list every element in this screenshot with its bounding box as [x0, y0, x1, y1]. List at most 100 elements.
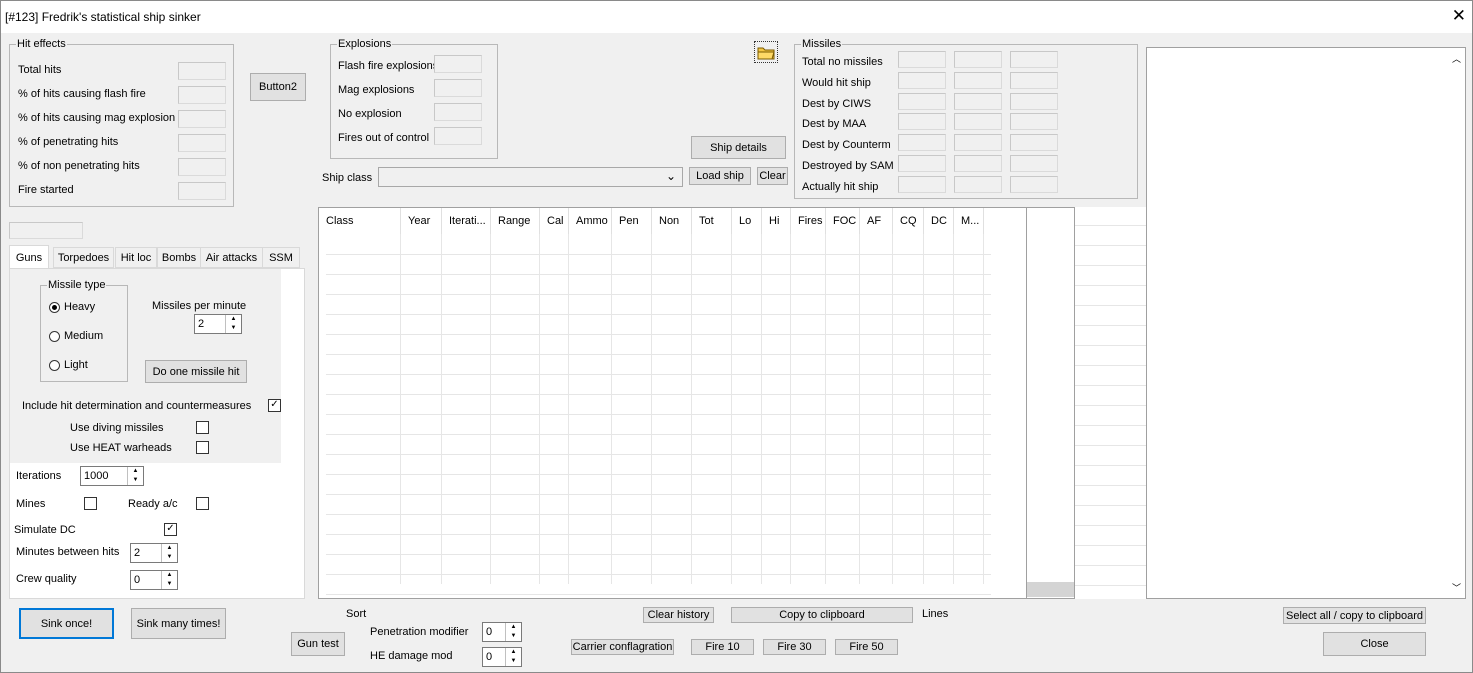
fire-50-button[interactable]: Fire 50 [835, 639, 898, 655]
folder-icon[interactable] [754, 41, 778, 63]
tab-torpedoes[interactable]: Torpedoes [53, 247, 114, 268]
missile-stat-label: Total no missiles [802, 56, 883, 68]
select-all-copy-button[interactable]: Select all / copy to clipboard [1283, 607, 1426, 624]
missiles-per-minute-stepper[interactable]: 2 ▲ ▼ [194, 314, 242, 334]
radio-light[interactable] [49, 360, 60, 371]
radio-label-light: Light [64, 359, 88, 371]
missile-stat-value [898, 92, 946, 110]
heat-checkbox[interactable] [196, 441, 209, 454]
column-header[interactable]: Pen [612, 208, 652, 234]
column-header[interactable]: Year [401, 208, 442, 234]
iterations-stepper[interactable]: 1000 ▲ ▼ [80, 466, 144, 486]
radio-heavy[interactable] [49, 302, 60, 313]
gun-test-button[interactable]: Gun test [291, 632, 345, 656]
radio-medium[interactable] [49, 331, 60, 342]
crew-quality-value: 0 [134, 574, 141, 586]
tab-air-attacks[interactable]: Air attacks [200, 247, 263, 268]
spin-arrows-icon[interactable]: ▲ ▼ [161, 571, 177, 589]
spin-arrows-icon[interactable]: ▲ ▼ [505, 648, 521, 666]
copy-to-clipboard-button[interactable]: Copy to clipboard [731, 607, 913, 623]
tab-ssm[interactable]: SSM [262, 247, 300, 268]
ship-details-button[interactable]: Ship details [691, 136, 786, 159]
grid-row-line [326, 354, 991, 355]
grid-row-line [1075, 345, 1147, 346]
hit-effect-value [178, 110, 226, 128]
missiles-per-minute-value: 2 [198, 318, 205, 330]
column-header[interactable]: Tot [692, 208, 732, 234]
title-bar: [#123] Fredrik's statistical ship sinker… [1, 1, 1472, 33]
column-header[interactable]: Fires [791, 208, 826, 234]
hit-effect-label: % of penetrating hits [18, 136, 119, 148]
missile-stat-value [954, 51, 1002, 68]
clear-history-button[interactable]: Clear history [643, 607, 714, 623]
include-hit-checkbox[interactable]: ✓ [268, 399, 281, 412]
column-header[interactable]: Cal [540, 208, 569, 234]
he-damage-mod-stepper[interactable]: 0 ▲ ▼ [482, 647, 522, 667]
grid-row-line [326, 514, 991, 515]
load-ship-button[interactable]: Load ship [689, 167, 751, 185]
grid-row-line [326, 494, 991, 495]
sink-many-button[interactable]: Sink many times! [131, 608, 226, 639]
diving-checkbox[interactable] [196, 421, 209, 434]
column-header[interactable]: Iterati... [442, 208, 491, 234]
grid-row-line [1075, 565, 1147, 566]
results-grid[interactable]: Class Year Iterati... Range Cal Ammo Pen Non Tot… [318, 207, 1075, 599]
explosion-label: Flash fire explosions [338, 60, 439, 72]
grid-column-line [923, 234, 924, 584]
spin-arrows-icon[interactable]: ▲ ▼ [505, 623, 521, 641]
column-header[interactable]: Lo [732, 208, 762, 234]
column-header[interactable]: CQ [893, 208, 924, 234]
chevron-down-icon: ⌄ [665, 169, 676, 183]
fire-30-button[interactable]: Fire 30 [763, 639, 826, 655]
radio-label-medium: Medium [64, 330, 104, 342]
spin-arrows-icon[interactable]: ▲ ▼ [127, 467, 143, 485]
scroll-down-icon[interactable]: ﹀ [1452, 581, 1461, 594]
spin-arrows-icon[interactable]: ▲ ▼ [225, 315, 241, 333]
clear-button[interactable]: Clear [757, 167, 788, 185]
close-button[interactable]: Close [1323, 632, 1426, 656]
column-header[interactable]: Non [652, 208, 692, 234]
minutes-between-hits-stepper[interactable]: 2 ▲ ▼ [130, 543, 178, 563]
tab-hit-loc[interactable]: Hit loc [115, 247, 157, 268]
column-header[interactable]: FOC [826, 208, 860, 234]
tab-guns[interactable]: Guns [9, 245, 49, 269]
column-header[interactable]: Ammo [569, 208, 612, 234]
column-header[interactable]: AF [860, 208, 893, 234]
close-icon[interactable]: ✕ [1452, 6, 1466, 26]
column-header[interactable]: DC [924, 208, 954, 234]
grid-row-line [1075, 265, 1147, 266]
column-header[interactable]: Hi [762, 208, 791, 234]
fire-10-button[interactable]: Fire 10 [691, 639, 754, 655]
sink-once-button[interactable]: Sink once! [19, 608, 114, 639]
crew-quality-stepper[interactable]: 0 ▲ ▼ [130, 570, 178, 590]
button2[interactable]: Button2 [250, 73, 306, 101]
ship-class-combo[interactable]: ⌄ [378, 167, 683, 187]
grid-row-line [1075, 425, 1147, 426]
grid-corner [1027, 582, 1074, 597]
mines-checkbox[interactable] [84, 497, 97, 510]
grid-column-line [825, 234, 826, 584]
grid-column-line [859, 234, 860, 584]
tab-bombs[interactable]: Bombs [157, 247, 201, 268]
scroll-up-icon[interactable]: ︿ [1452, 52, 1461, 65]
penetration-modifier-stepper[interactable]: 0 ▲ ▼ [482, 622, 522, 642]
ready-ac-checkbox[interactable] [196, 497, 209, 510]
output-textarea[interactable]: ︿ ﹀ [1146, 47, 1466, 599]
grid-row-line [326, 594, 991, 595]
simulate-dc-checkbox[interactable]: ✓ [164, 523, 177, 536]
spin-arrows-icon[interactable]: ▲ ▼ [161, 544, 177, 562]
grid-column-line [953, 234, 954, 584]
missile-stat-label: Destroyed by SAM [802, 160, 894, 172]
do-one-missile-hit-button[interactable]: Do one missile hit [145, 360, 247, 383]
column-header[interactable]: Range [491, 208, 540, 234]
column-header[interactable]: Class [319, 208, 401, 234]
iterations-label: Iterations [16, 470, 62, 482]
grid-column-line [441, 234, 442, 584]
grid-row-line [1075, 585, 1147, 586]
missile-stat-value [954, 175, 1002, 193]
column-header[interactable]: M... [954, 208, 984, 234]
vertical-scrollbar[interactable]: ︿ ﹀ [1448, 48, 1465, 598]
carrier-conflagration-button[interactable]: Carrier conflagration [571, 639, 674, 655]
window-title: [#123] Fredrik's statistical ship sinker [5, 10, 201, 24]
he-damage-mod-label: HE damage mod [370, 650, 453, 662]
